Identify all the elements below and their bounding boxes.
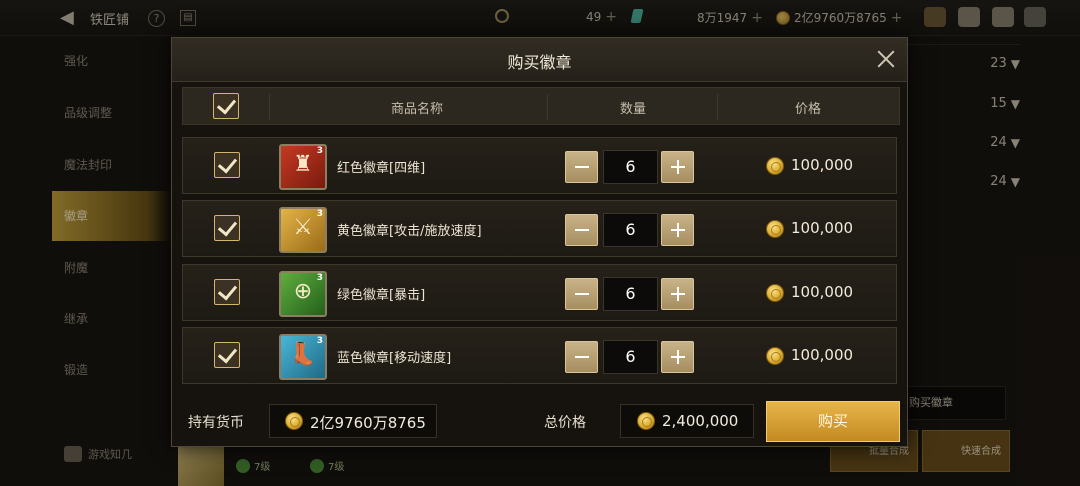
total-price-label: 总价格 [544, 415, 586, 431]
holding-label: 持有货币 [188, 415, 244, 431]
green-badge-icon[interactable]: ⊕ 3 [279, 271, 327, 317]
item-name: 黄色徽章[攻击/施放速度] [337, 224, 482, 239]
gold-coin-icon [766, 220, 784, 238]
increase-button[interactable] [661, 341, 694, 373]
badge-tier: 3 [316, 146, 323, 156]
item-name: 蓝色徽章[移动速度] [337, 351, 452, 366]
item-price: 100,000 [791, 283, 854, 301]
row-checkbox[interactable] [214, 215, 240, 241]
holding-currency-box: 2亿9760万8765 [269, 404, 437, 438]
holding-value: 2亿9760万8765 [310, 414, 426, 432]
table-row: 👢 3 蓝色徽章[移动速度] 6 100,000 [182, 327, 897, 384]
decrease-button[interactable] [565, 278, 598, 310]
column-header-price: 价格 [795, 102, 822, 117]
table-row: ⚔ 3 黄色徽章[攻击/施放速度] 6 100,000 [182, 200, 897, 257]
gold-coin-icon [285, 412, 303, 430]
table-header: 商品名称 数量 价格 [182, 87, 900, 125]
divider [269, 94, 270, 120]
quantity-input[interactable]: 6 [603, 213, 658, 247]
badge-tier: 3 [316, 336, 323, 346]
divider [547, 94, 548, 120]
gold-coin-icon [766, 347, 784, 365]
decrease-button[interactable] [565, 341, 598, 373]
close-icon[interactable] [875, 48, 897, 70]
gold-coin-icon [766, 157, 784, 175]
total-price-box: 2,400,000 [620, 404, 754, 438]
badge-tier: 3 [316, 209, 323, 219]
row-checkbox[interactable] [214, 152, 240, 178]
decrease-button[interactable] [565, 151, 598, 183]
quantity-input[interactable]: 6 [603, 150, 658, 184]
yellow-badge-icon[interactable]: ⚔ 3 [279, 207, 327, 253]
blue-badge-icon[interactable]: 👢 3 [279, 334, 327, 380]
increase-button[interactable] [661, 214, 694, 246]
gold-coin-icon [637, 412, 655, 430]
item-price: 100,000 [791, 156, 854, 174]
quantity-input[interactable]: 6 [603, 277, 658, 311]
divider [717, 94, 718, 120]
increase-button[interactable] [661, 278, 694, 310]
red-badge-icon[interactable]: ♜ 3 [279, 144, 327, 190]
row-checkbox[interactable] [214, 342, 240, 368]
table-row: ⊕ 3 绿色徽章[暴击] 6 100,000 [182, 264, 897, 321]
item-price: 100,000 [791, 346, 854, 364]
total-price-value: 2,400,000 [662, 412, 739, 430]
column-header-name: 商品名称 [391, 102, 444, 117]
buy-button[interactable]: 购买 [766, 401, 900, 442]
dialog-title: 购买徽章 [507, 53, 572, 72]
table-row: ♜ 3 红色徽章[四维] 6 100,000 [182, 137, 897, 194]
badge-tier: 3 [316, 273, 323, 283]
buy-badge-dialog: 购买徽章 商品名称 数量 价格 ♜ 3 红色徽章[四维] 6 100,000 ⚔… [171, 37, 908, 447]
quantity-input[interactable]: 6 [603, 340, 658, 374]
item-name: 红色徽章[四维] [337, 161, 426, 176]
select-all-checkbox[interactable] [213, 93, 239, 119]
decrease-button[interactable] [565, 214, 598, 246]
increase-button[interactable] [661, 151, 694, 183]
dialog-header: 购买徽章 [172, 38, 907, 82]
gold-coin-icon [766, 284, 784, 302]
item-price: 100,000 [791, 219, 854, 237]
column-header-qty: 数量 [620, 102, 647, 117]
row-checkbox[interactable] [214, 279, 240, 305]
item-name: 绿色徽章[暴击] [337, 288, 426, 303]
